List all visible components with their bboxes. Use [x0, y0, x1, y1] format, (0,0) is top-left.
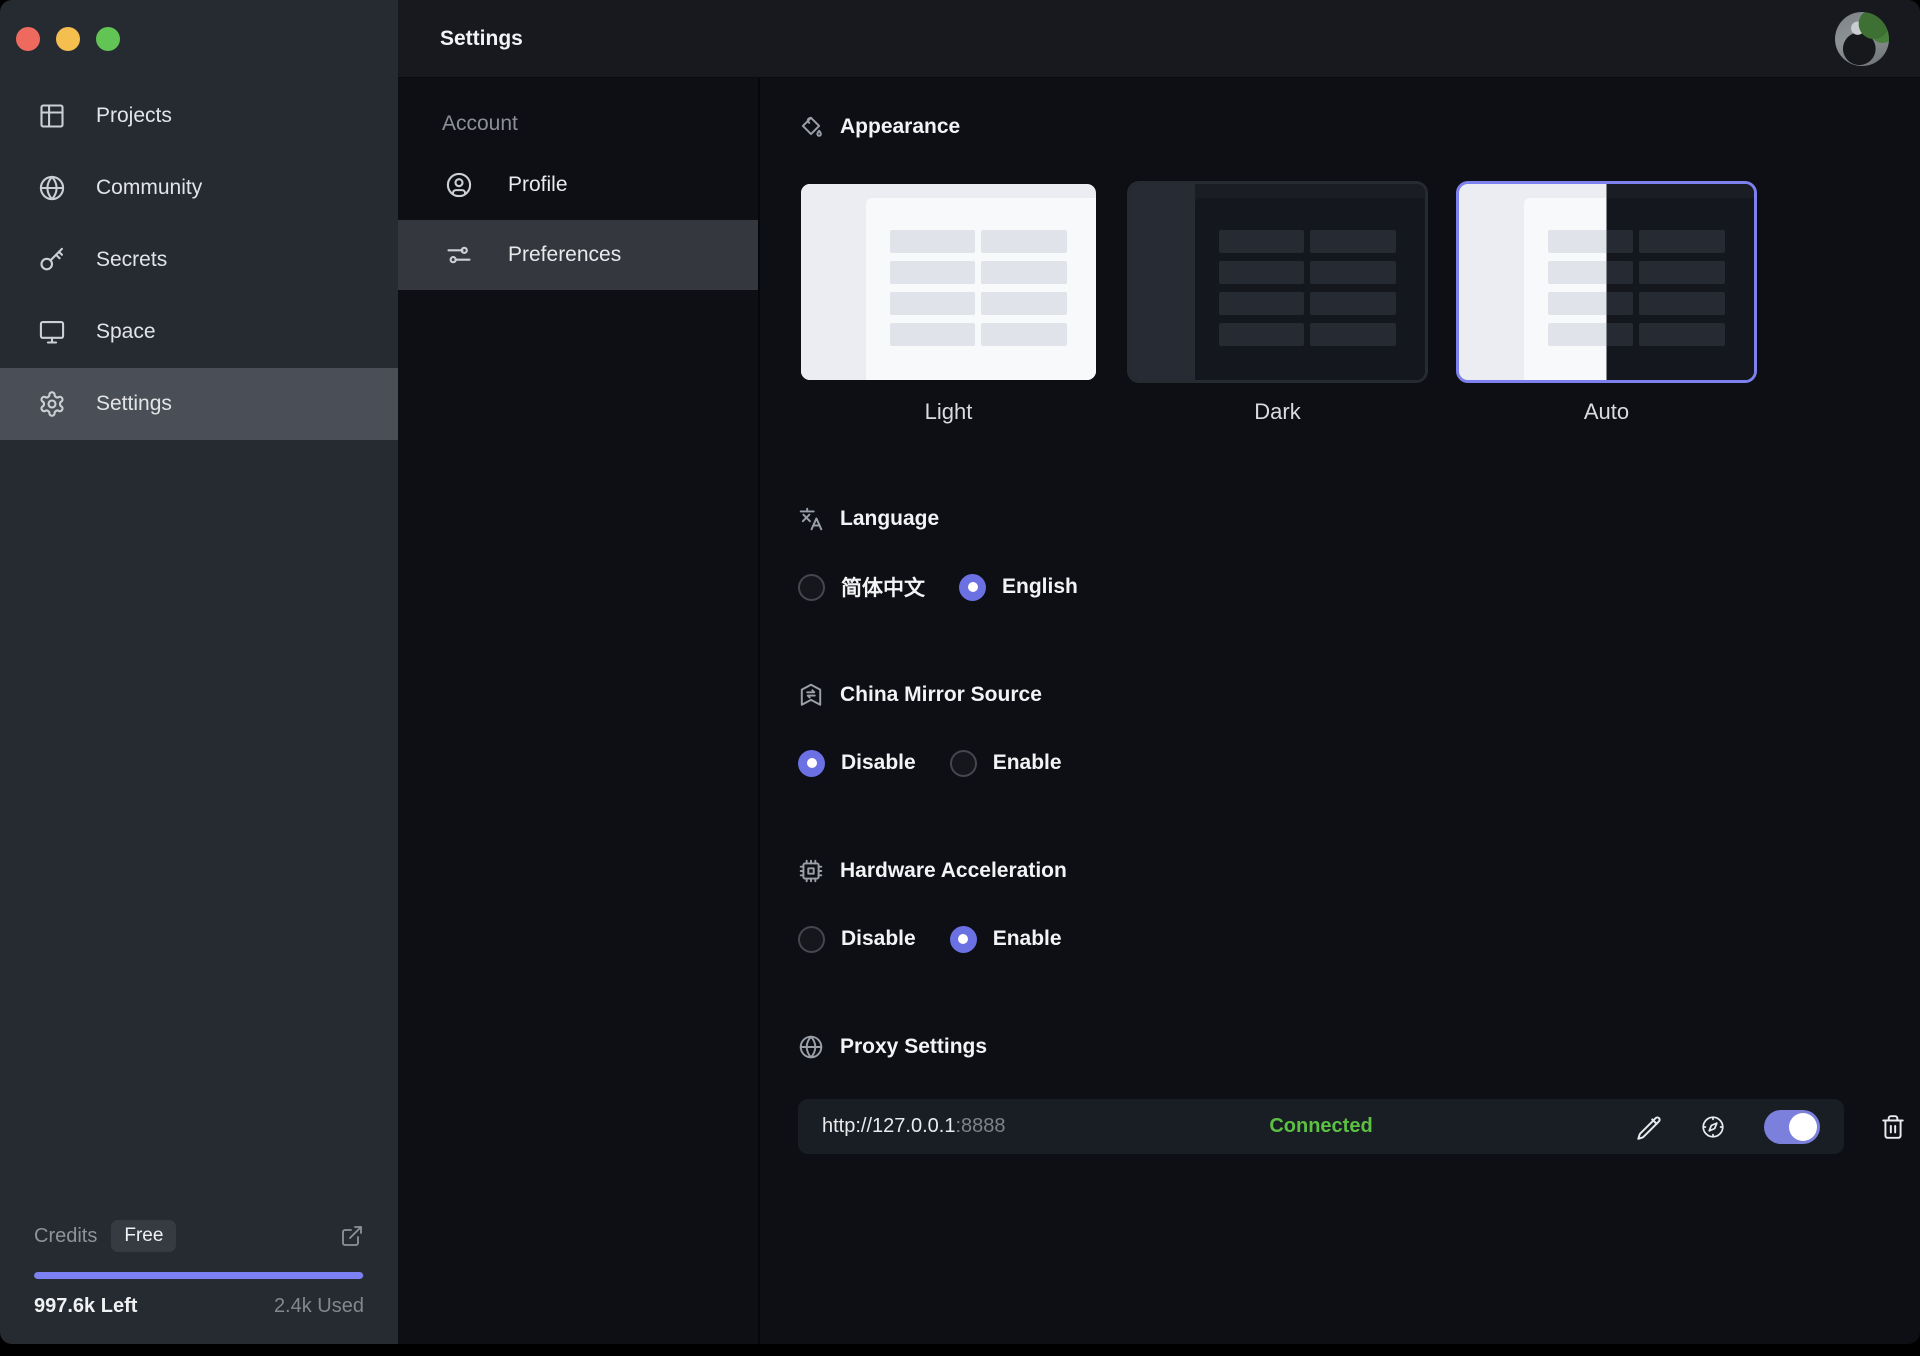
nav-item-profile[interactable]: Profile	[398, 150, 758, 220]
sliders-icon	[445, 241, 473, 269]
radio-label: Enable	[993, 927, 1062, 951]
section-title: Hardware Acceleration	[840, 859, 1067, 883]
hardware-radio-group: Disable Enable	[798, 925, 1920, 953]
preferences-panel: Appearance Light	[760, 78, 1920, 1344]
section-title: Appearance	[840, 115, 960, 139]
radio-option-disable[interactable]: Disable	[798, 750, 916, 777]
credits-label: Credits	[34, 1225, 97, 1248]
theme-label: Light	[798, 399, 1099, 425]
sidebar-nav: Projects Community Secrets Space	[0, 80, 398, 440]
credits-progress-track	[34, 1272, 364, 1279]
theme-option-auto[interactable]: Auto	[1456, 181, 1757, 425]
sidebar-item-projects[interactable]: Projects	[0, 80, 398, 152]
key-icon	[38, 246, 66, 274]
gear-icon	[38, 390, 66, 418]
compass-test-icon[interactable]	[1700, 1114, 1726, 1140]
radio-label: Disable	[841, 751, 916, 775]
nav-item-label: Profile	[508, 173, 568, 197]
sidebar-item-community[interactable]: Community	[0, 152, 398, 224]
credits-panel: Credits Free 997.6k Left 2.4k Used	[0, 1220, 398, 1344]
radio-label: Enable	[993, 751, 1062, 775]
settings-nav: Account Profile Preferences	[398, 78, 760, 1344]
credits-remaining: 997.6k Left	[34, 1295, 137, 1318]
external-link-icon[interactable]	[340, 1224, 364, 1248]
trash-icon[interactable]	[1880, 1114, 1906, 1140]
proxy-entry-row: http://127.0.0.1:8888 Connected	[798, 1099, 1844, 1154]
radio-icon	[950, 750, 977, 777]
toggle-knob	[1789, 1113, 1817, 1141]
user-avatar[interactable]	[1835, 12, 1889, 66]
traffic-lights	[0, 0, 398, 80]
table-layout-icon	[38, 102, 66, 130]
radio-label: 简体中文	[841, 572, 925, 602]
section-title: Proxy Settings	[840, 1035, 987, 1059]
mirror-badge-icon	[798, 682, 824, 708]
radio-icon	[798, 750, 825, 777]
proxy-address: http://127.0.0.1:8888	[822, 1115, 1269, 1138]
radio-icon	[798, 926, 825, 953]
credits-used: 2.4k Used	[274, 1295, 364, 1318]
section-title: Language	[840, 507, 939, 531]
radio-label: English	[1002, 575, 1078, 599]
nav-item-label: Preferences	[508, 243, 621, 267]
theme-option-dark[interactable]: Dark	[1127, 181, 1428, 425]
theme-thumb-light	[798, 181, 1099, 383]
sidebar-item-label: Space	[96, 320, 156, 344]
theme-label: Dark	[1127, 399, 1428, 425]
theme-label: Auto	[1456, 399, 1757, 425]
plan-badge: Free	[111, 1220, 176, 1252]
theme-option-light[interactable]: Light	[798, 181, 1099, 425]
user-circle-icon	[445, 171, 473, 199]
nav-item-preferences[interactable]: Preferences	[398, 220, 758, 290]
section-title: China Mirror Source	[840, 683, 1042, 707]
sidebar-item-settings[interactable]: Settings	[0, 368, 398, 440]
language-section: Language 简体中文 English	[798, 505, 1920, 601]
proxy-port: :8888	[955, 1115, 1005, 1137]
page-title: Settings	[440, 27, 523, 51]
language-radio-group: 简体中文 English	[798, 573, 1920, 601]
sidebar-item-label: Projects	[96, 104, 172, 128]
sidebar-item-space[interactable]: Space	[0, 296, 398, 368]
theme-options: Light Dark	[798, 181, 1920, 425]
radio-option-disable[interactable]: Disable	[798, 926, 916, 953]
radio-option-enable[interactable]: Enable	[950, 750, 1062, 777]
china-mirror-radio-group: Disable Enable	[798, 749, 1920, 777]
radio-icon	[959, 574, 986, 601]
radio-label: Disable	[841, 927, 916, 951]
titlebar: Settings	[398, 0, 1920, 78]
radio-option-zh[interactable]: 简体中文	[798, 572, 925, 602]
minimize-window-button[interactable]	[56, 27, 80, 51]
radio-option-enable[interactable]: Enable	[950, 926, 1062, 953]
cpu-icon	[798, 858, 824, 884]
theme-thumb-auto	[1456, 181, 1757, 383]
appearance-section: Appearance Light	[798, 113, 1920, 425]
proxy-toggle[interactable]	[1764, 1110, 1820, 1144]
radio-option-english[interactable]: English	[959, 574, 1078, 601]
credits-progress-fill	[34, 1272, 363, 1279]
radio-icon	[798, 574, 825, 601]
hardware-acceleration-section: Hardware Acceleration Disable Enable	[798, 857, 1920, 953]
proxy-status-badge: Connected	[1269, 1115, 1372, 1138]
maximize-window-button[interactable]	[96, 27, 120, 51]
close-window-button[interactable]	[16, 27, 40, 51]
globe-icon	[38, 174, 66, 202]
theme-thumb-dark	[1127, 181, 1428, 383]
china-mirror-section: China Mirror Source Disable Enable	[798, 681, 1920, 777]
monitor-icon	[38, 318, 66, 346]
sidebar-item-label: Secrets	[96, 248, 167, 272]
sidebar-item-label: Community	[96, 176, 202, 200]
sidebar: Projects Community Secrets Space	[0, 0, 398, 1344]
globe-icon	[798, 1034, 824, 1060]
app-window: Projects Community Secrets Space	[0, 0, 1920, 1344]
nav-group-account: Account	[398, 98, 758, 150]
sidebar-item-label: Settings	[96, 392, 172, 416]
radio-icon	[950, 926, 977, 953]
paint-bucket-icon	[798, 114, 824, 140]
edit-pencil-icon[interactable]	[1636, 1114, 1662, 1140]
proxy-section: Proxy Settings http://127.0.0.1:8888 Con…	[798, 1033, 1920, 1154]
languages-icon	[798, 506, 824, 532]
sidebar-item-secrets[interactable]: Secrets	[0, 224, 398, 296]
